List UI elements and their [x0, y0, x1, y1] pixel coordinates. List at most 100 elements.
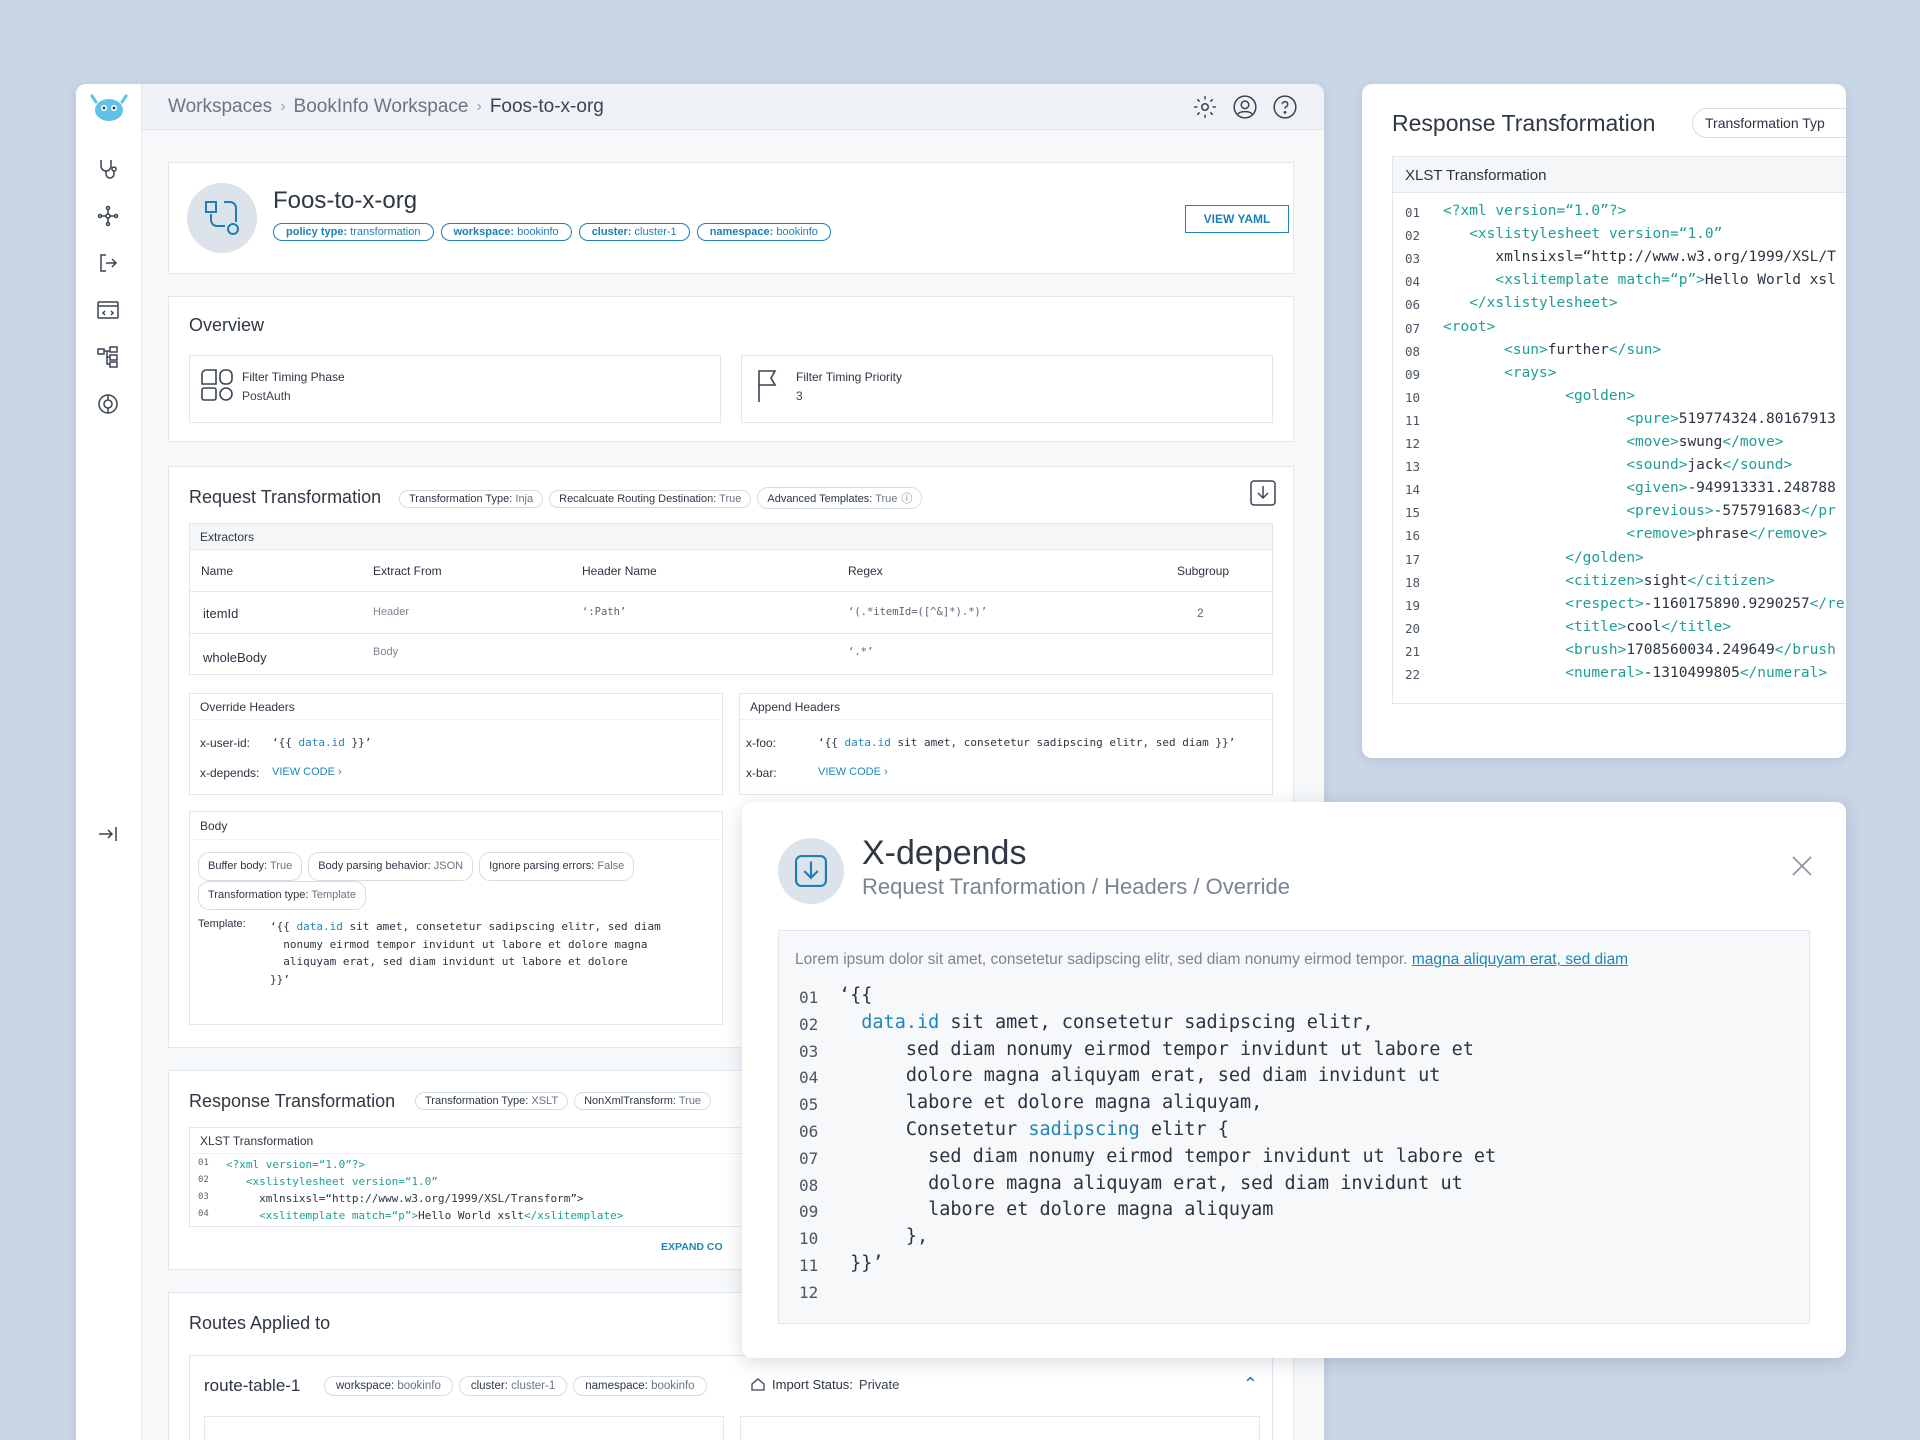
line-number: 04 — [1405, 274, 1421, 290]
tag-key: cluster: — [591, 226, 632, 238]
code-line: 10 }, — [779, 1226, 1809, 1252]
line-number: 08 — [799, 1175, 819, 1195]
table-row: wholeBody Body ‘.*’ — [190, 634, 1272, 676]
priority-value: 3 — [796, 389, 803, 403]
code-text: sed diam nonumy eirmod tempor invidunt u… — [839, 1038, 1474, 1060]
expand-code-link[interactable]: EXPAND CO — [661, 1241, 723, 1253]
code-line: 14 <given>-949913331.248788 — [1393, 480, 1846, 502]
tag-value: True — [267, 860, 293, 872]
code-text: <sun>further</sun> — [1504, 341, 1662, 358]
row-from: Header — [373, 606, 410, 618]
tag-key: Transformation Type: — [409, 493, 513, 505]
code-text: labore et dolore magna aliquyam — [839, 1199, 1274, 1221]
tag-pill: NonXmlTransform: True — [574, 1092, 712, 1110]
route-table-box: route-table-1 workspace: bookinfo cluster… — [189, 1355, 1273, 1440]
line-number: 14 — [1405, 482, 1421, 498]
code-line: 03 xmlnsixsl=“http://www.w3.org/1999/XSL… — [1393, 249, 1846, 271]
code-line: 07 sed diam nonumy eirmod tempor invidun… — [779, 1146, 1809, 1172]
collapse-sidebar-icon[interactable] — [93, 819, 123, 849]
code-text: <xslistylesheet version=“1.0” — [1469, 226, 1723, 243]
logo-icon[interactable] — [90, 92, 128, 124]
chevron-right-icon: › — [476, 97, 482, 115]
tag-value: Inja — [512, 493, 534, 505]
tag-key: workspace: — [453, 226, 515, 238]
policy-title: Foos-to-x-org — [273, 187, 418, 214]
line-number: 20 — [1405, 620, 1421, 636]
target-icon[interactable] — [93, 389, 123, 419]
view-code-link[interactable]: VIEW CODE › — [818, 766, 888, 778]
append-value: ‘{{ data.id sit amet, consetetur sadipsc… — [818, 736, 1236, 749]
import-icon — [778, 838, 844, 904]
code-text: <xslitemplate match=“p”>Hello World xslt… — [259, 1209, 624, 1222]
view-yaml-button[interactable]: VIEW YAML — [1185, 205, 1289, 233]
code-text: data.id sit amet, consetetur sadipscing … — [861, 1011, 1374, 1033]
code-line: 09 labore et dolore magna aliquyam — [779, 1199, 1809, 1225]
panel-transformation-type-tag: Transformation Typ — [1692, 108, 1846, 138]
col-name: Name — [201, 564, 234, 578]
code-line: 03 sed diam nonumy eirmod tempor invidun… — [779, 1039, 1809, 1065]
override-key: x-depends: — [200, 766, 260, 780]
line-number: 11 — [1405, 412, 1421, 428]
code-line: 06 Consetetur sadipscing elitr { — [779, 1119, 1809, 1145]
code-text: <sound>jack</sound> — [1626, 457, 1793, 474]
view-code-link[interactable]: VIEW CODE › — [272, 766, 342, 778]
line-number: 12 — [799, 1282, 819, 1302]
code-line: 04 dolore magna aliquyam erat, sed diam … — [779, 1065, 1809, 1091]
line-number: 08 — [1405, 343, 1421, 359]
info-icon[interactable]: ⓘ — [901, 493, 912, 505]
code-line: 05 labore et dolore magna aliquyam, — [779, 1092, 1809, 1118]
breadcrumb-workspace[interactable]: BookInfo Workspace — [294, 96, 469, 118]
code-text: <golden> — [1565, 387, 1636, 404]
policy-tags: policy type: transformation workspace: bo… — [273, 222, 838, 241]
tag-key: Advanced Templates: — [767, 493, 873, 505]
code-text: xmlnsixsl=“http://www.w3.org/1999/XSL/Tr… — [226, 1192, 584, 1205]
close-icon[interactable] — [1790, 854, 1814, 878]
line-number: 03 — [799, 1041, 819, 1061]
download-icon[interactable] — [1249, 479, 1277, 507]
append-headers-box: Append Headers x-foo: ‘{{ data.id sit am… — [739, 693, 1273, 795]
tag-value: bookinfo — [514, 226, 559, 238]
tag-pill: workspace: bookinfo — [324, 1376, 453, 1396]
code-text: <previous>-575791683</pr — [1626, 503, 1836, 520]
chevron-right-icon: › — [280, 97, 286, 115]
body-tags: Buffer body: True Body parsing behavior: … — [198, 852, 698, 910]
help-icon[interactable] — [1272, 94, 1298, 120]
line-number: 02 — [1405, 228, 1421, 244]
line-number: 13 — [1405, 459, 1421, 475]
code-line: aliquyam erat, sed diam invidunt ut labo… — [270, 955, 628, 968]
code-window-icon[interactable] — [93, 295, 123, 325]
hierarchy-icon[interactable] — [93, 342, 123, 372]
exit-icon[interactable] — [93, 248, 123, 278]
stethoscope-icon[interactable] — [93, 154, 123, 184]
tag-value: bookinfo — [394, 1380, 441, 1392]
override-value: ‘{{ data.id }}’ — [272, 736, 372, 749]
code-line: 20 <title>cool</title> — [1393, 619, 1846, 641]
line-number: 15 — [1405, 505, 1421, 521]
user-icon[interactable] — [1232, 94, 1258, 120]
tag-key: namespace: — [585, 1380, 648, 1392]
network-icon[interactable] — [93, 201, 123, 231]
overview-card: Overview Filter Timing Phase PostAuth Fi… — [168, 296, 1294, 442]
request-title: Request Transformation — [189, 487, 382, 507]
chevron-up-icon[interactable]: ⌃ — [1243, 1374, 1258, 1395]
top-bar: Workspaces › BookInfo Workspace › Foos-t… — [142, 84, 1324, 130]
line-number: 18 — [1405, 574, 1421, 590]
flag-icon — [758, 370, 777, 402]
override-headers-box: Override Headers x-user-id: ‘{{ data.id … — [189, 693, 723, 795]
phase-icon — [201, 369, 233, 401]
gear-icon[interactable] — [1192, 94, 1218, 120]
code-line: 04 <xslitemplate match=“p”>Hello World x… — [1393, 272, 1846, 294]
line-number: 07 — [799, 1148, 819, 1168]
code-text: <citizen>sight</citizen> — [1565, 572, 1775, 589]
code-line: 12 — [779, 1280, 1809, 1306]
sidebar — [76, 84, 142, 1440]
modal-description-link[interactable]: magna aliquyam erat, sed diam — [1412, 951, 1628, 968]
tag-key: policy type: — [286, 226, 348, 238]
breadcrumb-workspaces[interactable]: Workspaces — [168, 96, 272, 118]
line-number: 19 — [1405, 597, 1421, 613]
tag-key: Buffer body: — [208, 860, 268, 872]
panel-code-box: XLST Transformation 01 <?xml version=“1.0… — [1392, 156, 1846, 704]
line-number: 07 — [1405, 320, 1421, 336]
code-line: 12 <move>swung</move> — [1393, 434, 1846, 456]
code-line: 09 <rays> — [1393, 365, 1846, 387]
